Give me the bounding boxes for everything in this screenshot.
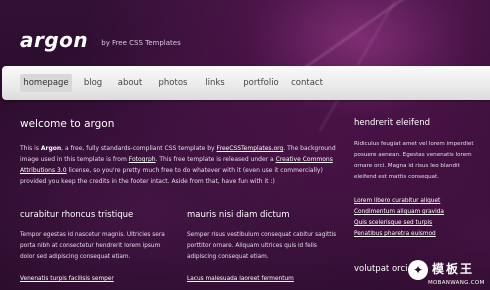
watermark-icon: ✦ bbox=[408, 260, 428, 280]
sidebar-link-list: Lorem libero curabitur aliquet Condiment… bbox=[354, 196, 444, 240]
nav-item-about[interactable]: about bbox=[112, 74, 148, 92]
watermark-url: MOBANWANG.COM bbox=[428, 280, 485, 286]
column-1-link[interactable]: Venenatis turpis facilisis semper bbox=[20, 276, 114, 282]
nav-item-links[interactable]: links bbox=[198, 74, 232, 92]
sidebar-link[interactable]: Condimentum aliquam gravida bbox=[354, 207, 444, 218]
site-header: argon by Free CSS Templates bbox=[20, 28, 181, 52]
welcome-bold-name: Argon bbox=[40, 145, 62, 152]
welcome-paragraph: This is Argon, a free, fully standards-c… bbox=[20, 143, 338, 187]
nav-item-contact[interactable]: contact bbox=[284, 74, 330, 92]
welcome-text-part: . This free template is released under a bbox=[155, 156, 276, 163]
nav-item-homepage[interactable]: homepage bbox=[20, 74, 72, 92]
main-navigation: homepage blog about photos links portfol… bbox=[2, 66, 490, 100]
site-logo[interactable]: argon bbox=[20, 28, 88, 52]
sidebar-link[interactable]: Quis scelerisque sed turpis bbox=[354, 218, 444, 229]
welcome-text-part: , a free, fully standards-compliant CSS … bbox=[61, 145, 217, 152]
column-2-link[interactable]: Lacus malesuada laoreet fermentum bbox=[187, 276, 294, 282]
welcome-text-part: This is bbox=[20, 145, 41, 152]
watermark-logo: ✦ 模板王 MOBANWANG.COM bbox=[408, 258, 488, 288]
sidebar-link[interactable]: Penatibus pharetra euismod bbox=[354, 229, 444, 240]
sidebar-link[interactable]: Lorem libero curabitur aliquet bbox=[354, 196, 444, 207]
nav-item-portfolio[interactable]: portfolio bbox=[236, 74, 286, 92]
watermark-chinese-text: 模板王 bbox=[432, 262, 475, 276]
sidebar-heading: hendrerit eleifend bbox=[354, 118, 431, 128]
column-2-heading: mauris nisi diam dictum bbox=[187, 210, 290, 220]
site-tagline: by Free CSS Templates bbox=[101, 38, 181, 47]
column-1-heading: curabitur rhoncus tristique bbox=[20, 210, 134, 220]
link-fotogrph[interactable]: Fotogrph bbox=[129, 156, 156, 163]
column-2-text: Semper risus vestibulum consequat cabitu… bbox=[187, 232, 337, 260]
link-freecsstemplates[interactable]: FreeCSSTemplates.org bbox=[217, 145, 284, 152]
sidebar-text: Ridiculus feugiat amet vel lorem imperdi… bbox=[354, 141, 474, 180]
column-1-text: Tempor egestas id nascetur magnis. Ultri… bbox=[20, 232, 165, 260]
sidebar-heading-2: volutpat orci bbox=[354, 264, 408, 274]
nav-item-blog[interactable]: blog bbox=[78, 74, 108, 92]
welcome-heading: welcome to argon bbox=[20, 118, 115, 130]
nav-item-photos[interactable]: photos bbox=[152, 74, 194, 92]
